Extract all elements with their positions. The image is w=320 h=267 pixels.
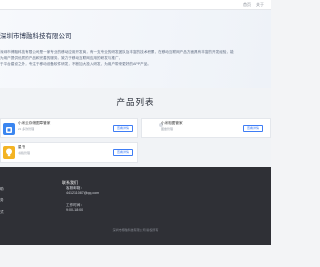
footer-link[interactable]: 务 (0, 198, 4, 203)
hero-banner: 深圳市博融科技有限公司 深圳市博融科技有限公司是一家专业的移动应用开发商，有一支… (0, 10, 271, 88)
product-name: 星书 (18, 145, 26, 149)
top-nav-bar: 首页 关于 (0, 0, 271, 10)
copyright: 深圳市博融科技有限公司 版权所有 (112, 228, 159, 232)
product-subtitle: 21 多款管理 (18, 127, 35, 131)
product-subtitle: 书籍管理 (18, 151, 31, 155)
work-hours: 9:00-18:00 (66, 208, 84, 212)
product-name: 小米云存储图章管家 (18, 121, 51, 125)
app-icon (3, 146, 15, 159)
company-name: 深圳市博融科技有限公司 (0, 33, 72, 40)
nav-link-about[interactable]: 关于 (256, 2, 264, 8)
company-description-line-3: 于平台建设之外，专注于移动设备软件研发，不断加大投入研发，为用户带来更好的APP… (0, 62, 151, 66)
contact-email[interactable]: 441211087@qq.com (66, 191, 99, 195)
view-details-button[interactable]: 查看详情 (113, 125, 133, 132)
company-description-line-1: 深圳市博融科技有限公司是一家专业的移动应用开发商，有一支专业的研发团队及丰富的技… (0, 50, 234, 54)
product-card[interactable]: 小米相图管家 图章管理 查看详情 (141, 118, 271, 138)
nav-link-home[interactable]: 首页 (243, 2, 251, 8)
app-icon (3, 123, 15, 135)
footer-link[interactable]: 助 (0, 187, 4, 192)
lightbulb-icon (6, 148, 12, 157)
product-card[interactable]: 星书 书籍管理 查看详情 (0, 142, 138, 163)
cloud-icon (6, 127, 12, 133)
view-details-button[interactable]: 查看详情 (243, 125, 263, 132)
product-name: 小米相图管家 (161, 121, 183, 125)
view-details-button[interactable]: 查看详情 (113, 149, 133, 156)
company-description-line-2: 为用户提供优质的产品和完善的服务。致力于移动互联网应用的研发与推广， (0, 56, 123, 60)
product-card[interactable]: 小米云存储图章管家 21 多款管理 查看详情 (0, 118, 138, 138)
product-subtitle: 图章管理 (161, 127, 174, 131)
footer-link[interactable]: 式 (0, 210, 4, 215)
footer: 助 务 式 联系我们 客服邮箱： 441211087@qq.com 工作时间： … (0, 167, 271, 245)
page-bottom (0, 245, 271, 267)
section-title: 产品列表 (116, 97, 155, 107)
